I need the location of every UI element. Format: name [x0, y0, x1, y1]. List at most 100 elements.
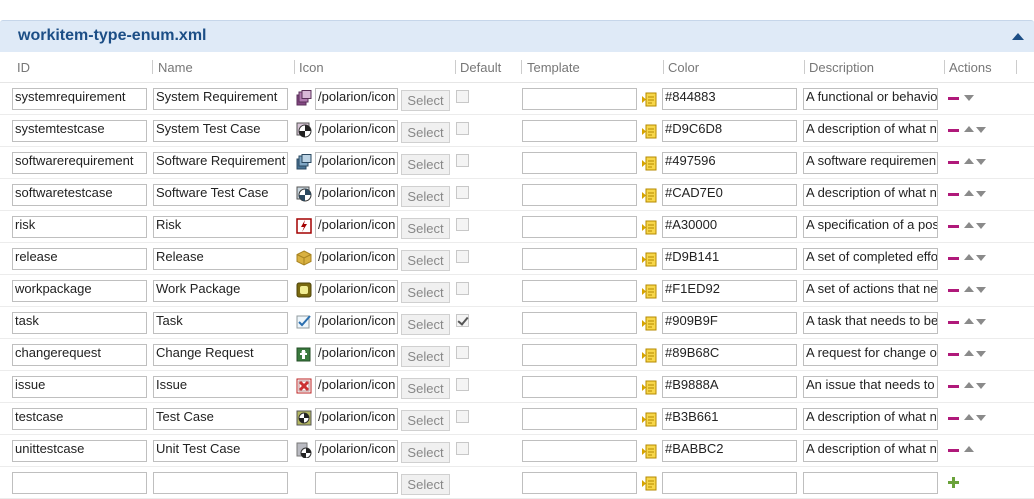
color-input[interactable] — [662, 472, 797, 494]
default-checkbox[interactable] — [456, 378, 469, 391]
select-icon-button[interactable]: Select — [401, 314, 450, 335]
move-down-icon[interactable] — [976, 223, 986, 229]
remove-row-icon[interactable] — [948, 321, 959, 324]
move-up-icon[interactable] — [964, 414, 974, 420]
icon-path-input[interactable]: /polarion/icon — [315, 184, 398, 206]
default-checkbox[interactable] — [456, 442, 469, 455]
template-picker-icon[interactable] — [642, 348, 657, 363]
default-checkbox[interactable] — [456, 122, 469, 135]
description-input[interactable]: A specification of a pos — [803, 216, 938, 238]
remove-row-icon[interactable] — [948, 129, 959, 132]
id-input[interactable]: softwarerequirement — [12, 152, 147, 174]
remove-row-icon[interactable] — [948, 417, 959, 420]
description-input[interactable]: A description of what n — [803, 440, 938, 462]
remove-row-icon[interactable] — [948, 353, 959, 356]
remove-row-icon[interactable] — [948, 449, 959, 452]
move-up-icon[interactable] — [964, 158, 974, 164]
remove-row-icon[interactable] — [948, 161, 959, 164]
name-input[interactable] — [153, 472, 288, 494]
move-down-icon[interactable] — [976, 127, 986, 133]
id-input[interactable]: softwaretestcase — [12, 184, 147, 206]
select-icon-button[interactable]: Select — [401, 122, 450, 143]
move-up-icon[interactable] — [964, 254, 974, 260]
template-picker-icon[interactable] — [642, 252, 657, 267]
id-input[interactable]: release — [12, 248, 147, 270]
name-input[interactable]: System Test Case — [153, 120, 288, 142]
icon-path-input[interactable] — [315, 472, 398, 494]
default-checkbox[interactable] — [456, 314, 469, 327]
collapse-icon[interactable] — [1012, 33, 1024, 40]
color-input[interactable]: #844883 — [662, 88, 797, 110]
description-input[interactable]: A set of completed effo — [803, 248, 938, 270]
description-input[interactable]: A software requiremen — [803, 152, 938, 174]
description-input[interactable]: A description of what n — [803, 408, 938, 430]
template-picker-icon[interactable] — [642, 444, 657, 459]
move-down-icon[interactable] — [976, 159, 986, 165]
move-down-icon[interactable] — [976, 255, 986, 261]
remove-row-icon[interactable] — [948, 225, 959, 228]
icon-path-input[interactable]: /polarion/icon — [315, 280, 398, 302]
template-picker-icon[interactable] — [642, 316, 657, 331]
default-checkbox[interactable] — [456, 90, 469, 103]
remove-row-icon[interactable] — [948, 385, 959, 388]
name-input[interactable]: Software Requirement — [153, 152, 288, 174]
move-down-icon[interactable] — [976, 319, 986, 325]
icon-path-input[interactable]: /polarion/icon — [315, 88, 398, 110]
move-up-icon[interactable] — [964, 286, 974, 292]
select-icon-button[interactable]: Select — [401, 186, 450, 207]
move-up-icon[interactable] — [964, 222, 974, 228]
color-input[interactable]: #497596 — [662, 152, 797, 174]
description-input[interactable]: An issue that needs to — [803, 376, 938, 398]
template-picker-icon[interactable] — [642, 380, 657, 395]
template-picker-icon[interactable] — [642, 92, 657, 107]
remove-row-icon[interactable] — [948, 289, 959, 292]
template-input[interactable] — [522, 152, 637, 174]
name-input[interactable]: Release — [153, 248, 288, 270]
move-down-icon[interactable] — [976, 415, 986, 421]
color-input[interactable]: #B3B661 — [662, 408, 797, 430]
default-checkbox[interactable] — [456, 282, 469, 295]
color-input[interactable]: #B9888A — [662, 376, 797, 398]
template-picker-icon[interactable] — [642, 476, 657, 491]
icon-path-input[interactable]: /polarion/icon — [315, 440, 398, 462]
remove-row-icon[interactable] — [948, 257, 959, 260]
id-input[interactable]: workpackage — [12, 280, 147, 302]
add-row-icon[interactable] — [948, 477, 959, 488]
move-down-icon[interactable] — [976, 351, 986, 357]
name-input[interactable]: Task — [153, 312, 288, 334]
template-picker-icon[interactable] — [642, 156, 657, 171]
icon-path-input[interactable]: /polarion/icon — [315, 376, 398, 398]
move-up-icon[interactable] — [964, 318, 974, 324]
template-input[interactable] — [522, 344, 637, 366]
move-up-icon[interactable] — [964, 382, 974, 388]
template-picker-icon[interactable] — [642, 412, 657, 427]
move-down-icon[interactable] — [976, 383, 986, 389]
select-icon-button[interactable]: Select — [401, 346, 450, 367]
template-input[interactable] — [522, 408, 637, 430]
select-icon-button[interactable]: Select — [401, 218, 450, 239]
template-picker-icon[interactable] — [642, 284, 657, 299]
move-up-icon[interactable] — [964, 446, 974, 452]
select-icon-button[interactable]: Select — [401, 378, 450, 399]
name-input[interactable]: Test Case — [153, 408, 288, 430]
description-input[interactable]: A set of actions that ne — [803, 280, 938, 302]
name-input[interactable]: Software Test Case — [153, 184, 288, 206]
id-input[interactable]: task — [12, 312, 147, 334]
template-input[interactable] — [522, 280, 637, 302]
description-input[interactable]: A description of what n — [803, 120, 938, 142]
name-input[interactable]: Unit Test Case — [153, 440, 288, 462]
template-input[interactable] — [522, 312, 637, 334]
id-input[interactable]: testcase — [12, 408, 147, 430]
select-icon-button[interactable]: Select — [401, 474, 450, 495]
id-input[interactable]: unittestcase — [12, 440, 147, 462]
icon-path-input[interactable]: /polarion/icon — [315, 152, 398, 174]
template-input[interactable] — [522, 120, 637, 142]
icon-path-input[interactable]: /polarion/icon — [315, 312, 398, 334]
default-checkbox[interactable] — [456, 410, 469, 423]
id-input[interactable]: changerequest — [12, 344, 147, 366]
template-picker-icon[interactable] — [642, 220, 657, 235]
description-input[interactable] — [803, 472, 938, 494]
select-icon-button[interactable]: Select — [401, 442, 450, 463]
id-input[interactable]: systemrequirement — [12, 88, 147, 110]
icon-path-input[interactable]: /polarion/icon — [315, 248, 398, 270]
